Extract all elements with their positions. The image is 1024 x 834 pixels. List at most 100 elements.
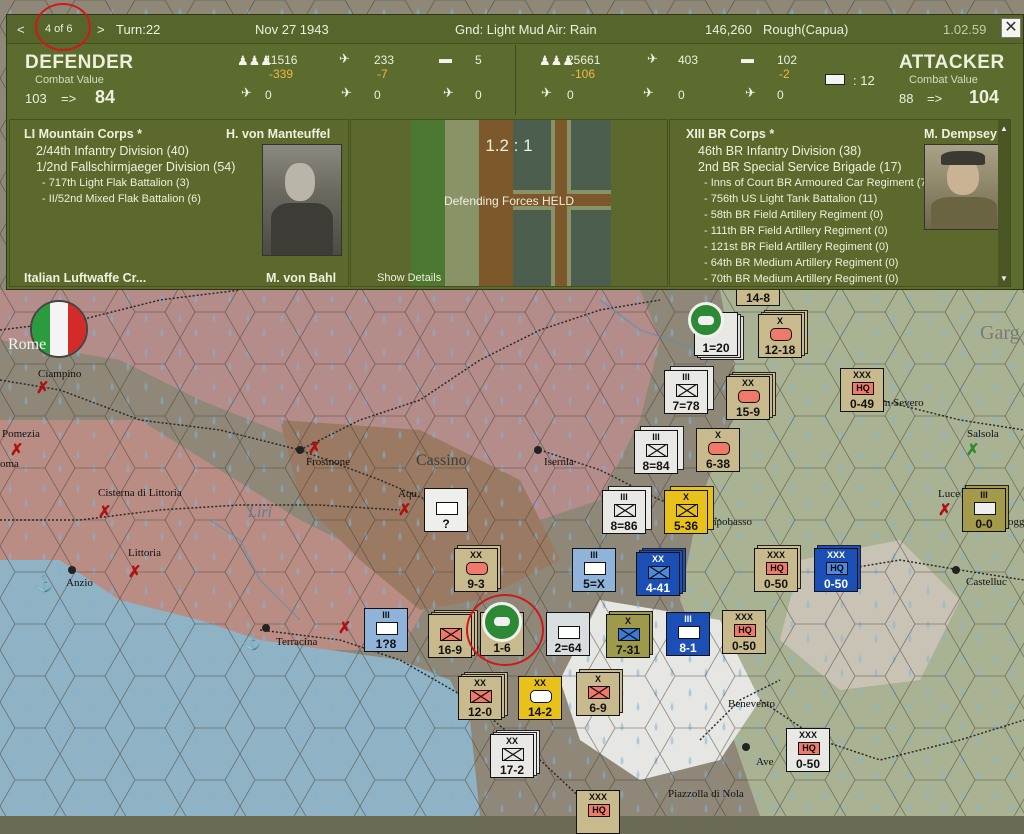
close-button[interactable]: ✕: [1001, 18, 1021, 38]
aircraft-icon: ✈: [647, 51, 658, 66]
unit-counter[interactable]: III 1?8: [364, 608, 408, 652]
defender-tanks: 5: [475, 53, 482, 67]
attacker-tanks-loss: -2: [779, 67, 790, 81]
city-lucera: Luce: [938, 488, 960, 500]
city-terracina: Terracina: [276, 636, 318, 648]
unit-counter[interactable]: XX 15-9: [726, 372, 776, 420]
bridge-icon: [825, 74, 845, 85]
combat-outcome: Defending Forces HELD: [443, 194, 575, 208]
red-annotation-circle: [466, 594, 544, 666]
airfield-icon-green: ✗: [966, 442, 980, 459]
hex-terrain: Rough(Capua): [763, 22, 849, 37]
attacker-title: ATTACKER: [899, 52, 1005, 73]
defender-row2-c: 0: [475, 88, 482, 102]
show-details-link[interactable]: Show Details: [377, 272, 441, 284]
attacker-oob-line: 46th BR Infantry Division (38): [698, 144, 862, 158]
defender-air-loss: -7: [377, 67, 388, 81]
unit-counter[interactable]: ?: [424, 488, 468, 532]
attacker-oob-box: XIII BR Corps * M. Dempsey 46th BR Infan…: [669, 119, 1011, 287]
attacker-arrow: =>: [927, 91, 943, 106]
unit-counter[interactable]: III 8-1: [666, 612, 710, 656]
combat-result-box: 1.2 : 1 Defending Forces HELD Show Detai…: [350, 119, 668, 287]
unit-counter[interactable]: XX 17-2: [490, 730, 540, 778]
unit-counter[interactable]: 2=64: [546, 612, 590, 656]
city-benevento: Benevento: [728, 698, 776, 710]
city-cisterna: Cisterna di Littoria: [98, 487, 182, 499]
city-isernia: Isernia: [544, 456, 574, 468]
unit-counter[interactable]: X 6-38: [696, 428, 740, 472]
unit-counter[interactable]: XX 4-41: [636, 548, 686, 596]
port-anchor-icon: ⚓: [242, 634, 262, 651]
city-dot: [68, 566, 76, 574]
attacker-commander: M. Dempsey: [924, 127, 997, 141]
city-dot: [534, 446, 542, 454]
unit-counter[interactable]: III 0-0: [962, 485, 1009, 532]
unit-counter[interactable]: 16-9: [428, 610, 478, 658]
city-pomezia: Pomezia: [2, 428, 40, 440]
unit-hq-counter[interactable]: XXX HQ: [576, 790, 620, 834]
next-report-button[interactable]: >: [97, 22, 105, 37]
unit-counter[interactable]: XX 9-3: [454, 545, 501, 592]
tank-icon: ▬: [741, 51, 754, 66]
city-san-severo: an Severo: [880, 397, 924, 409]
fighter-icon: ✈: [443, 85, 454, 100]
airfield-icon: ✗: [938, 502, 952, 519]
city-avellino: Ave: [756, 756, 774, 768]
city-dot: [742, 743, 750, 751]
city-anzio: Anzio: [66, 577, 93, 589]
artillery-icon: ✈: [541, 85, 552, 100]
map-label-garg: Garg: [980, 322, 1020, 344]
combat-report-header: < 4 of 6 > Turn:22 Nov 27 1943 Gnd: Ligh…: [7, 15, 1023, 44]
attacker-oob-line: - 121st BR Field Artillery Regiment (0): [704, 241, 889, 253]
unit-hq-counter[interactable]: XXX HQ 0-50: [754, 545, 801, 592]
combat-odds: 1.2 : 1: [485, 136, 533, 155]
date-label: Nov 27 1943: [255, 22, 329, 37]
defender-corps: LI Mountain Corps *: [24, 127, 143, 141]
attacker-corps: XIII BR Corps *: [686, 127, 775, 141]
divider: [515, 45, 516, 115]
attacker-combat-value-label: Combat Value: [909, 74, 978, 86]
attacker-oob-line: - 64th BR Medium Artillery Regiment (0): [704, 257, 899, 269]
unit-counter[interactable]: XX 14-2: [518, 676, 562, 720]
attacker-oob-line: - 756th US Light Tank Battalion (11): [704, 193, 878, 205]
attacker-men-loss: -106: [571, 67, 596, 81]
attacker-row2-c: 0: [777, 88, 784, 102]
airfield-icon: ✗: [10, 442, 24, 459]
city-aquino: Aqu: [398, 488, 417, 500]
red-annotation-circle: [35, 3, 91, 51]
map-label-cassino: Cassino: [416, 452, 467, 469]
unit-counter[interactable]: XX 12-0: [458, 672, 508, 720]
bomber-icon: ✈: [341, 85, 352, 100]
defender-commander-portrait: [262, 144, 342, 256]
map-label-rome: Rome: [8, 336, 47, 353]
attacker-oob-line: - Inns of Court BR Armoured Car Regiment…: [704, 177, 931, 189]
version-label: 1.02.59: [943, 22, 987, 37]
unit-hq-counter[interactable]: XXX HQ 0-49: [840, 368, 884, 412]
defender-row2-b: 0: [374, 88, 381, 102]
unit-counter[interactable]: III 8=86: [602, 486, 652, 534]
attacker-oob-line: - 111th BR Field Artillery Regiment (0): [704, 225, 888, 237]
attacker-men: 25661: [567, 53, 601, 67]
airfield-icon: ✗: [98, 504, 112, 521]
unit-hq-counter[interactable]: XXX HQ 0-50: [722, 610, 766, 654]
unit-counter[interactable]: III 8=84: [634, 426, 684, 474]
airfield-icon: ✗: [308, 440, 322, 457]
attacker-oob-line: - 58th BR Field Artillery Regiment (0): [704, 209, 884, 221]
unit-counter[interactable]: X 12-18: [758, 310, 808, 358]
attacker-combat-from: 88: [899, 91, 914, 106]
attacker-row2-b: 0: [678, 88, 685, 102]
defender-combat-value-label: Combat Value: [35, 74, 104, 86]
oob-scrollbar[interactable]: ▲ ▼: [998, 120, 1010, 286]
city-dot: [952, 566, 960, 574]
defender-oob-line: 1/2nd Fallschirmjaeger Division (54): [36, 160, 236, 174]
defender-men-loss: -339: [269, 67, 294, 81]
unit-counter[interactable]: X 5-36: [664, 486, 714, 534]
unit-counter[interactable]: X 6-9: [576, 669, 623, 716]
unit-hq-counter[interactable]: XXX HQ 0-50: [814, 545, 861, 592]
unit-counter[interactable]: III 5=X: [572, 548, 616, 592]
unit-hq-counter[interactable]: XXX HQ 0-50: [786, 728, 830, 772]
fighter-icon: ✈: [745, 85, 756, 100]
unit-counter[interactable]: III 7=78: [664, 366, 714, 414]
prev-report-button[interactable]: <: [17, 22, 25, 37]
unit-counter[interactable]: X 7-31: [606, 611, 653, 658]
